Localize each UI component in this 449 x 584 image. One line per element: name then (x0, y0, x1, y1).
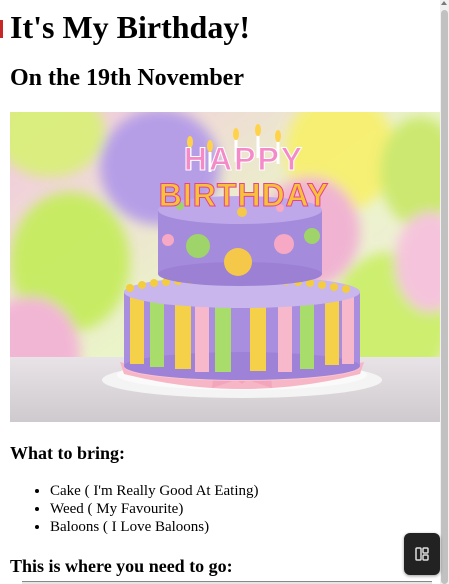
scrollbar-thumb[interactable] (441, 10, 448, 584)
page-title: It's My Birthday! (10, 9, 250, 45)
what-to-bring-heading: What to bring: (10, 443, 126, 463)
floating-panel-button[interactable] (404, 533, 440, 575)
vertical-scrollbar[interactable] (440, 0, 449, 584)
cake-topper-birthday: BIRTHDAY (159, 177, 329, 213)
left-accent-mark (0, 20, 3, 38)
cake-topper-happy: HAPPY (184, 141, 304, 177)
scroll-up-arrow-icon[interactable] (441, 1, 447, 5)
list-item: Weed ( My Favourite) (50, 500, 259, 518)
directions-heading: This is where you need to go: (10, 556, 233, 576)
layout-panel-icon (415, 547, 429, 561)
bring-list: Cake ( I'm Really Good At Eating) Weed (… (10, 482, 259, 536)
list-item: Baloons ( I Love Baloons) (50, 518, 259, 536)
page-content: It's My Birthday! On the 19th November H… (0, 0, 440, 584)
birthday-cake-image: HAPPY BIRTHDAY (10, 112, 440, 422)
list-item: Cake ( I'm Really Good At Eating) (50, 482, 259, 500)
date-heading: On the 19th November (10, 65, 244, 91)
